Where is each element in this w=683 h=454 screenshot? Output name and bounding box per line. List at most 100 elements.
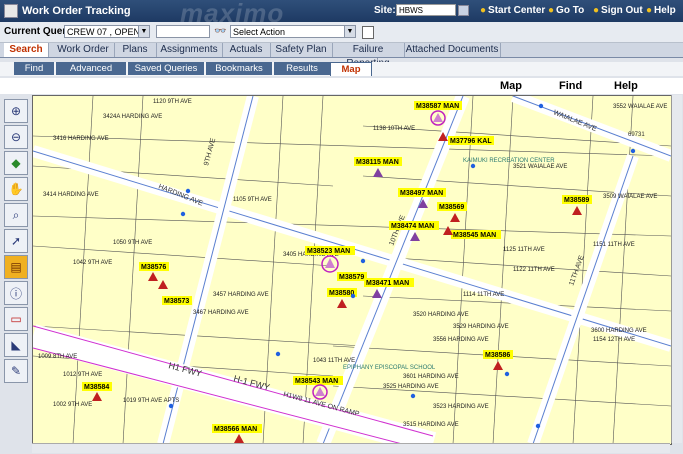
app-icon (4, 4, 18, 18)
tab-work-order[interactable]: Work Order (52, 43, 115, 57)
address-label: 1019 9TH AVE APTS (123, 398, 179, 404)
address-label: 1138 10TH AVE (373, 126, 415, 132)
hand-icon[interactable]: ✋ (4, 177, 28, 201)
address-label: 1012 9TH AVE (63, 372, 102, 378)
address-label: 1114 11TH AVE (463, 292, 504, 298)
address-label: 3416 HARDING AVE (53, 136, 109, 142)
app-title: Work Order Tracking (4, 4, 131, 18)
find-link[interactable]: Find (559, 80, 582, 92)
site-input[interactable]: HBWS (396, 4, 456, 16)
address-label: 3467 HARDING AVE (193, 310, 249, 316)
main-tabs: Search Work Order Plans Assignments Actu… (0, 43, 683, 69)
measure-icon[interactable]: ▤ (4, 255, 28, 279)
vertical-scrollbar[interactable] (671, 95, 682, 443)
chevron-down-icon: ▼ (138, 26, 149, 37)
help-link[interactable]: ● Help (646, 5, 676, 16)
help-map-link[interactable]: Help (614, 80, 638, 92)
sub-tabs: Find Advanced Saved Queries Bookmarks Re… (0, 62, 683, 76)
tab-assignments[interactable]: Assignments (156, 43, 223, 57)
map-canvas[interactable]: 1120 9TH AVE 1138 10TH AVE 3552 WAIALAE … (32, 95, 672, 445)
sign-out-link[interactable]: ● Sign Out (593, 5, 643, 16)
address-label: 3521 WAIALAE AVE (513, 164, 567, 170)
address-label: 3525 HARDING AVE (383, 384, 439, 390)
tab-safety-plan[interactable]: Safety Plan (270, 43, 333, 57)
map-links: Map Find Help (0, 78, 683, 94)
document-icon[interactable] (362, 26, 374, 39)
work-order-label: M38566 MAN (214, 426, 257, 433)
subtab-advanced[interactable]: Advanced (56, 62, 126, 75)
subtab-saved-queries[interactable]: Saved Queries (128, 62, 204, 75)
address-label: 3601 HARDING AVE (403, 374, 459, 380)
work-order-label: M38523 MAN (307, 248, 350, 255)
subtab-bookmarks[interactable]: Bookmarks (206, 62, 272, 75)
address-label: 3509 WAIALAE AVE (603, 194, 657, 200)
address-label: 1009 8TH AVE (38, 354, 77, 360)
action-select[interactable]: Select Action ▼ (230, 25, 356, 38)
place-label: KAIMUKI RECREATION CENTER (463, 158, 555, 164)
work-order-label: M38471 MAN (366, 280, 409, 287)
address-label: 1043 11TH AVE (313, 358, 355, 364)
identify-icon[interactable]: ⓘ (4, 281, 28, 305)
select-polygon-icon[interactable]: ◣ (4, 333, 28, 357)
subtab-map[interactable]: Map (330, 62, 372, 76)
address-label: 1042 9TH AVE (73, 260, 112, 266)
address-label: 1120 9TH AVE (153, 99, 192, 105)
pan-map-icon[interactable]: ◆ (4, 151, 28, 175)
address-label: 1050 9TH AVE (113, 240, 152, 246)
work-order-label: M38579 (339, 274, 364, 281)
work-order-label: M38586 (485, 352, 510, 359)
address-label: 3414 HARDING AVE (43, 192, 99, 198)
address-label: 3515 HARDING AVE (403, 422, 459, 428)
clear-icon[interactable]: ✎ (4, 359, 28, 383)
tab-search[interactable]: Search (4, 43, 49, 57)
address-label: 1125 11TH AVE (503, 247, 545, 253)
chevron-down-icon: ▼ (344, 26, 355, 37)
address-label: 1122 11TH AVE (513, 267, 555, 273)
query-select[interactable]: CREW 07 , OPEN ▼ (64, 25, 150, 38)
scale-note: 69731 (628, 132, 645, 138)
address-label: 3600 HARDING AVE (591, 328, 647, 334)
tab-plans[interactable]: Plans (114, 43, 157, 57)
query-text-input[interactable] (156, 25, 210, 38)
address-label: 3520 HARDING AVE (413, 312, 469, 318)
address-label: 3523 HARDING AVE (433, 404, 489, 410)
site-label: Site: (374, 5, 396, 16)
select-rectangle-icon[interactable]: ▭ (4, 307, 28, 331)
tab-attached-documents[interactable]: Attached Documents (404, 43, 501, 57)
zoom-extent-icon[interactable]: ⌕ (4, 203, 28, 227)
zoom-out-icon[interactable]: ⊖ (4, 125, 28, 149)
binoculars-icon[interactable]: 👓 (214, 26, 226, 37)
work-order-label: M38584 (84, 384, 109, 391)
work-order-label: M38474 MAN (391, 223, 434, 230)
work-order-label: M38573 (164, 298, 189, 305)
site-lookup-icon[interactable] (458, 5, 469, 16)
start-center-link[interactable]: ● Start Center (480, 5, 545, 16)
address-label: 1002 9TH AVE (53, 402, 92, 408)
work-order-label: M38115 MAN (356, 159, 399, 166)
tab-failure-reporting[interactable]: Failure Reporting (332, 43, 405, 69)
work-order-marker: M38579 (337, 272, 367, 281)
work-order-label: M38587 MAN (416, 103, 459, 110)
horizontal-scrollbar[interactable] (32, 443, 670, 453)
work-order-label: M38543 MAN (295, 378, 338, 385)
title-bar: Work Order Tracking maximo Site: HBWS ● S… (0, 0, 683, 28)
work-order-label: M38580 (329, 290, 354, 297)
work-order-label: M38545 MAN (453, 232, 496, 239)
map-link[interactable]: Map (500, 80, 522, 92)
address-label: 3552 WAIALAE AVE (613, 104, 667, 110)
address-label: 1105 9TH AVE (233, 197, 272, 203)
zoom-in-icon[interactable]: ⊕ (4, 99, 28, 123)
work-order-label: M38569 (439, 204, 464, 211)
zoom-full-icon[interactable]: ➚ (4, 229, 28, 253)
tab-actuals[interactable]: Actuals (222, 43, 271, 57)
map-toolbox: ⊕ ⊖ ◆ ✋ ⌕ ➚ ▤ ⓘ ▭ ◣ ✎ (4, 99, 30, 439)
subtab-results[interactable]: Results (274, 62, 330, 75)
address-label: 1151 11TH AVE (593, 242, 635, 248)
map-svg: 1120 9TH AVE 1138 10TH AVE 3552 WAIALAE … (33, 96, 671, 444)
work-order-marker: M38573 (162, 296, 192, 305)
subtab-find[interactable]: Find (14, 62, 54, 75)
work-order-label: M38576 (141, 264, 166, 271)
goto-link[interactable]: ● Go To (548, 5, 584, 16)
address-label: 1154 12TH AVE (593, 337, 635, 343)
work-order-label: M37796 KAL (450, 138, 492, 145)
